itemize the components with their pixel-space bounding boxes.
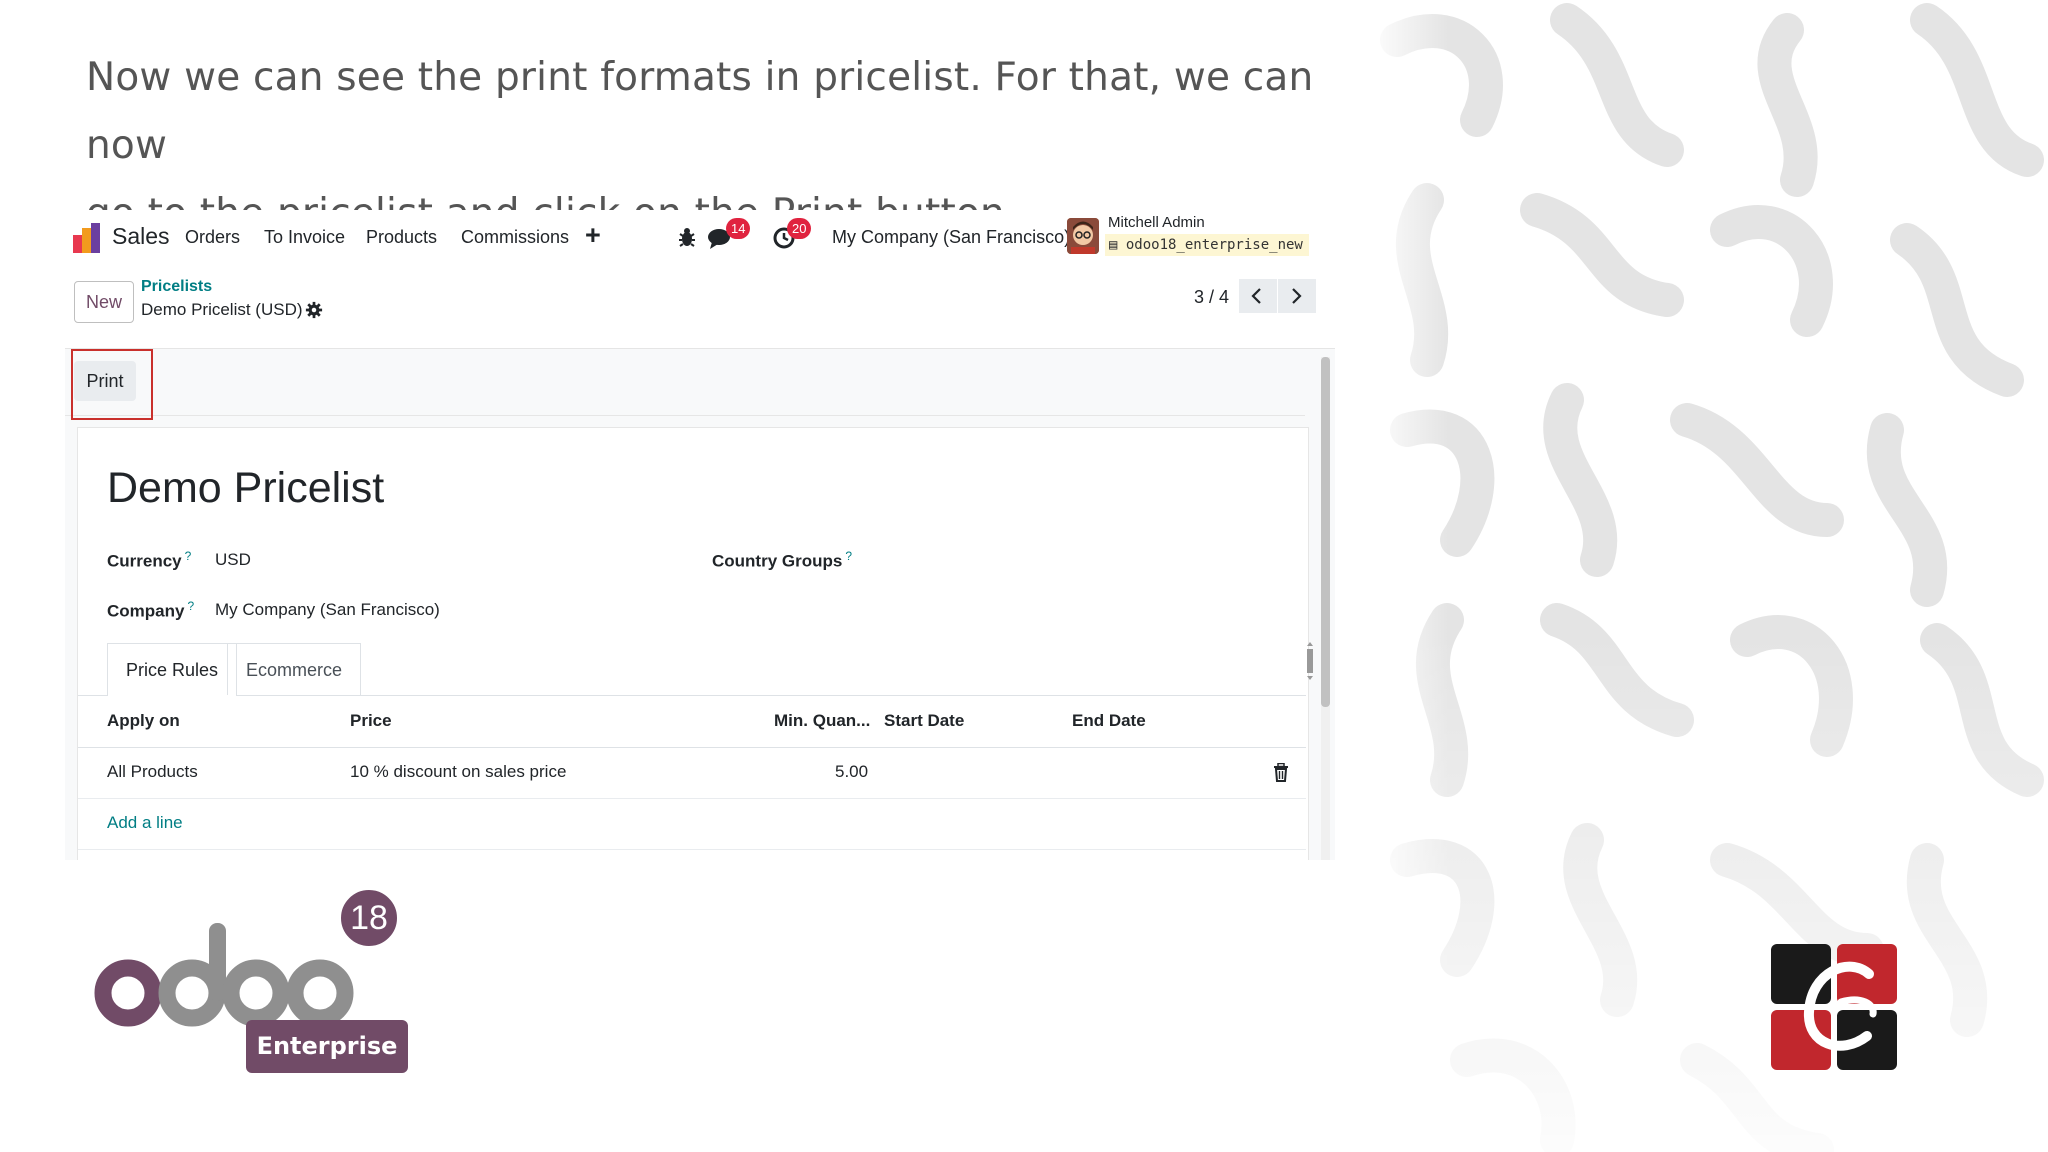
breadcrumb-pricelists[interactable]: Pricelists [141,278,212,296]
menu-products[interactable]: Products [366,227,437,248]
gear-icon[interactable] [305,301,323,319]
scrollbar-thumb[interactable] [1321,357,1330,707]
decorative-pattern [1367,0,2048,1152]
activities-badge: 20 [787,218,812,239]
column-start-date[interactable]: Start Date [884,711,964,731]
inner-scrollbar[interactable] [1306,641,1314,681]
database-badge: ▤ odoo18_enterprise_new [1105,234,1309,256]
company-label-text: Company [107,601,185,621]
column-min-quantity[interactable]: Min. Quan... [774,711,870,731]
cell-apply-on: All Products [107,762,198,781]
sales-app-icon[interactable] [73,223,101,253]
pager-next-button[interactable] [1278,279,1316,313]
tab-ecommerce[interactable]: Ecommerce [227,643,362,695]
menu-commissions[interactable]: Commissions [461,227,569,248]
page-scrollbar[interactable] [1321,357,1330,860]
odoo-app-screenshot: Sales Orders To Invoice Products Commiss… [65,210,1335,860]
price-rules-header: Apply on Price Min. Quan... Start Date E… [78,696,1306,748]
help-icon[interactable]: ? [185,549,192,563]
notebook-tabs: Price Rules Ecommerce [78,643,1306,696]
tab-price-rules[interactable]: Price Rules [107,643,238,696]
pager-value[interactable]: 3 / 4 [1194,287,1229,308]
database-icon: ▤ [1109,237,1126,253]
pager-previous-button[interactable] [1239,279,1277,313]
country-groups-label: Country Groups? [712,549,852,572]
cell-price: 10 % discount on sales price [350,762,567,781]
help-icon[interactable]: ? [845,549,852,563]
form-view: Print Demo Pricelist Currency? USD Count… [65,348,1335,860]
column-apply-on[interactable]: Apply on [107,711,180,731]
trash-icon[interactable] [1273,763,1289,782]
currency-label-text: Currency [107,551,182,571]
form-sheet: Demo Pricelist Currency? USD Country Gro… [77,427,1313,860]
company-field[interactable]: My Company (San Francisco) [215,600,440,620]
form-statusbar: Print [65,349,1305,416]
country-groups-field[interactable] [871,540,1251,574]
bug-icon[interactable] [672,222,702,252]
table-row[interactable]: All Products 10 % discount on sales pric… [78,747,1306,799]
cell-min-quantity: 5.00 [835,762,869,781]
top-navbar: Sales Orders To Invoice Products Commiss… [65,210,1335,266]
add-line-link[interactable]: Add a line [107,813,183,833]
menu-orders[interactable]: Orders [185,227,240,248]
odoo-enterprise-logo: 18 Enterprise [94,883,414,1083]
currency-field[interactable]: USD [215,550,251,570]
version-badge: 18 [338,887,400,949]
new-button[interactable]: New [74,281,134,323]
company-brand-logo [1771,944,1897,1070]
pricelist-title[interactable]: Demo Pricelist [107,464,384,513]
country-groups-label-text: Country Groups [712,551,843,571]
company-label: Company? [107,599,194,622]
messages-badge: 14 [726,218,751,239]
plus-icon[interactable]: + [585,220,601,251]
column-price[interactable]: Price [350,711,392,731]
chevron-left-icon [1251,288,1261,304]
chevron-right-icon [1292,288,1302,304]
breadcrumb-current: Demo Pricelist (USD) [141,300,303,319]
caption-line-1: Now we can see the print formats in pric… [86,55,1314,168]
user-avatar[interactable] [1067,218,1099,254]
company-switcher[interactable]: My Company (San Francisco) [832,227,1070,248]
database-name: odoo18_enterprise_new [1125,237,1303,253]
add-line-row: Add a line [78,798,1306,850]
column-end-date[interactable]: End Date [1072,711,1146,731]
user-name[interactable]: Mitchell Admin [1108,214,1205,231]
enterprise-badge: Enterprise [246,1020,408,1073]
print-button-highlight [71,349,153,420]
menu-to-invoice[interactable]: To Invoice [264,227,345,248]
currency-label: Currency? [107,549,191,572]
help-icon[interactable]: ? [187,599,194,613]
control-panel: New Pricelists Demo Pricelist (USD) 3 / … [65,266,1335,358]
app-name[interactable]: Sales [112,223,170,250]
